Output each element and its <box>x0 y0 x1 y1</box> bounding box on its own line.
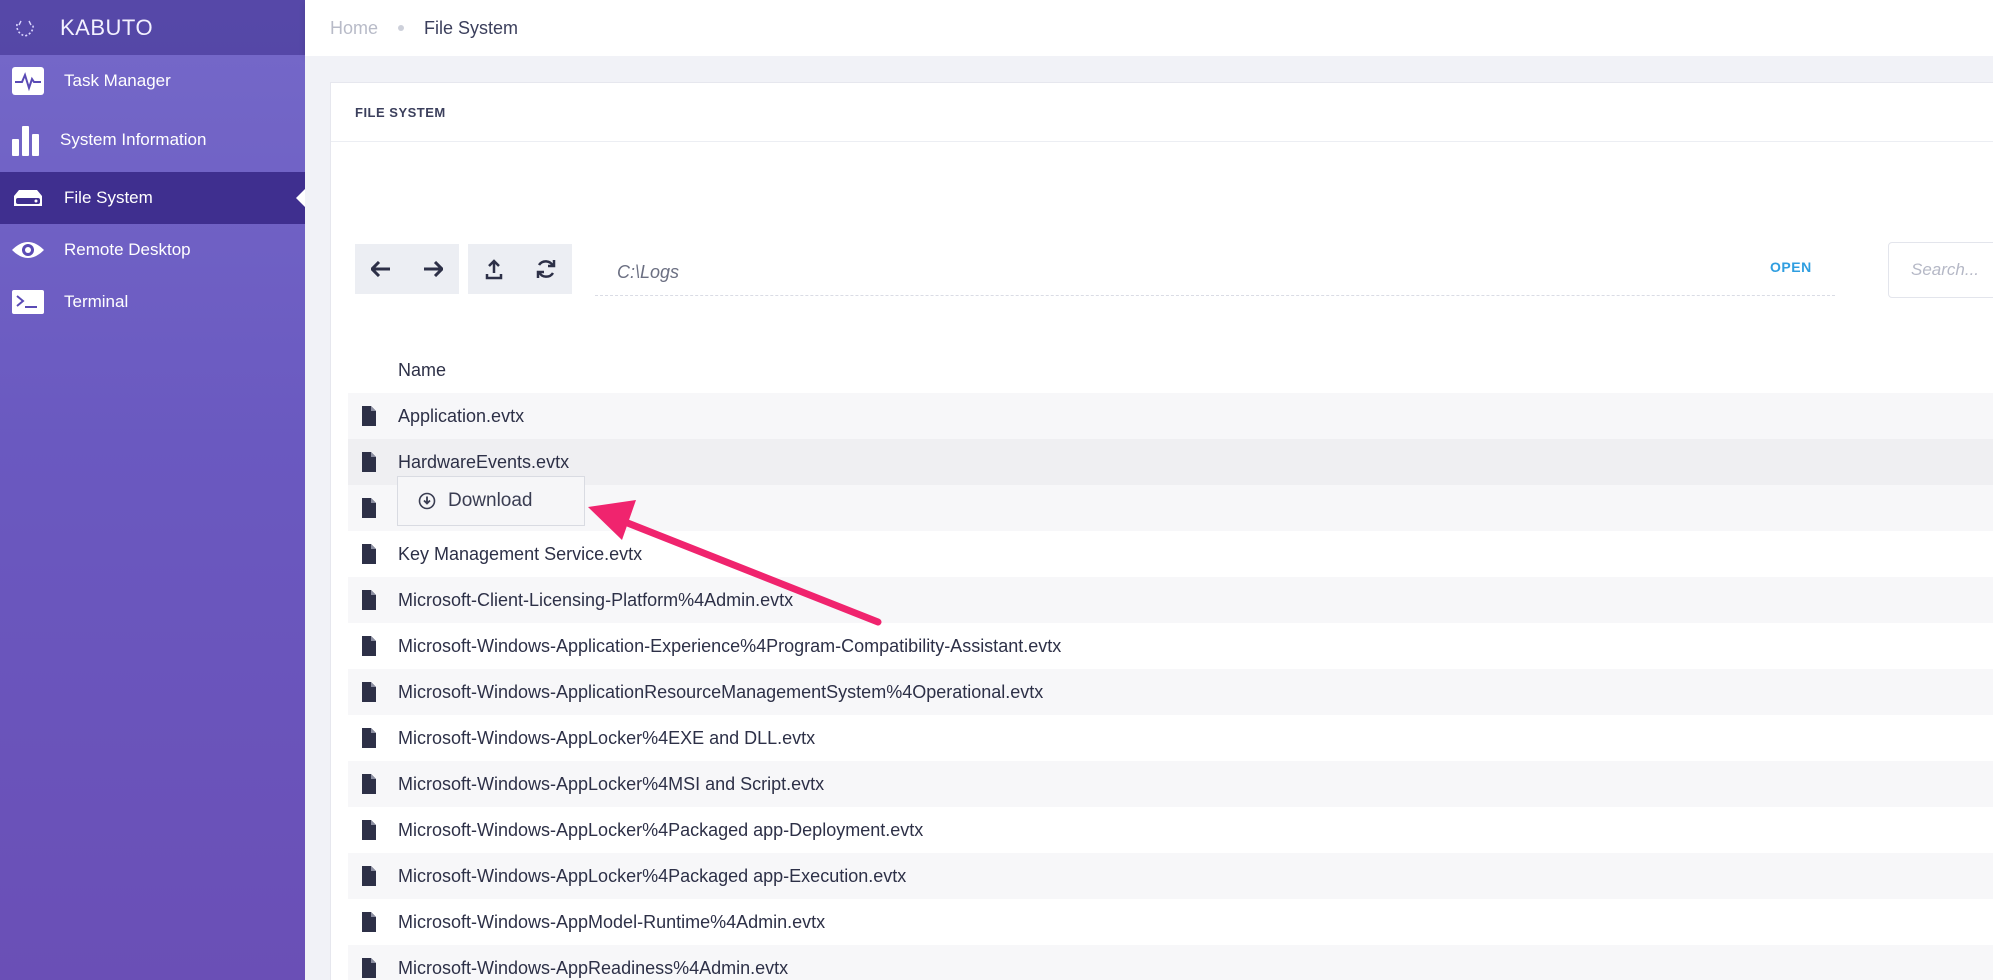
arrow-right-icon <box>424 261 443 277</box>
file-icon <box>362 498 376 518</box>
file-name: Microsoft-Windows-AppLocker%4Packaged ap… <box>398 865 907 886</box>
file-name: Application.evtx <box>398 405 525 426</box>
breadcrumb-separator <box>398 25 405 31</box>
file-icon <box>362 590 376 610</box>
sidebar-item-label: Remote Desktop <box>64 240 191 259</box>
context-menu-download[interactable]: Download <box>397 476 585 526</box>
bar-chart-icon <box>8 122 44 158</box>
pulse-icon <box>10 63 46 99</box>
table-row[interactable]: Microsoft-Windows-ApplicationResourceMan… <box>348 669 1993 715</box>
file-name: Microsoft-Windows-AppModel-Runtime%4Admi… <box>398 911 826 932</box>
file-icon <box>362 636 376 656</box>
sidebar: KABUTO Task Manager System Information F… <box>0 0 305 980</box>
download-circle-icon <box>418 492 436 510</box>
breadcrumb-home[interactable]: Home <box>330 18 378 39</box>
file-name: Microsoft-Windows-AppLocker%4MSI and Scr… <box>398 773 825 794</box>
table-row[interactable]: Microsoft-Windows-AppLocker%4Packaged ap… <box>348 807 1993 853</box>
file-name: Microsoft-Windows-AppReadiness%4Admin.ev… <box>398 957 789 978</box>
top-bar: Home File System <box>305 0 1993 56</box>
file-icon <box>362 406 376 426</box>
sidebar-item-system-information[interactable]: System Information <box>0 114 305 166</box>
file-name: Microsoft-Windows-Application-Experience… <box>398 635 1062 656</box>
file-name: Microsoft-Windows-AppLocker%4EXE and DLL… <box>398 727 816 748</box>
file-icon <box>362 866 376 886</box>
sidebar-item-label: Terminal <box>64 292 129 311</box>
brand[interactable]: KABUTO <box>0 0 305 55</box>
file-icon <box>362 958 376 978</box>
file-name: Microsoft-Windows-AppLocker%4Packaged ap… <box>398 819 924 840</box>
path-input[interactable] <box>595 250 1835 296</box>
column-header-name[interactable]: Name <box>398 360 446 381</box>
file-name: Microsoft-Windows-ApplicationResourceMan… <box>398 681 1044 702</box>
download-label: Download <box>448 490 533 511</box>
table-row[interactable]: Microsoft-Windows-AppLocker%4EXE and DLL… <box>348 715 1993 761</box>
file-icon <box>362 452 376 472</box>
table-row[interactable]: Microsoft-Windows-Application-Experience… <box>348 623 1993 669</box>
eye-icon <box>10 232 46 268</box>
table-row[interactable] <box>348 485 1993 531</box>
breadcrumb-current: File System <box>424 17 519 38</box>
file-name: Key Management Service.evtx <box>398 543 643 564</box>
open-button[interactable]: OPEN <box>1770 259 1812 275</box>
terminal-icon <box>10 284 46 320</box>
table-row[interactable]: Application.evtx <box>348 393 1993 439</box>
sidebar-item-label: System Information <box>60 130 207 149</box>
card-title: FILE SYSTEM <box>355 105 446 120</box>
brand-name: KABUTO <box>60 14 154 40</box>
refresh-button[interactable] <box>520 244 572 294</box>
upload-button[interactable] <box>468 244 520 294</box>
sidebar-item-task-manager[interactable]: Task Manager <box>0 55 305 107</box>
sidebar-item-file-system[interactable]: File System <box>0 172 305 224</box>
file-name: Microsoft-Client-Licensing-Platform%4Adm… <box>398 589 794 610</box>
hard-drive-icon <box>10 180 46 216</box>
upload-icon <box>485 259 503 280</box>
sidebar-item-label: Task Manager <box>64 71 171 90</box>
arrow-left-icon <box>371 261 390 277</box>
sidebar-item-remote-desktop[interactable]: Remote Desktop <box>0 224 305 276</box>
table-row[interactable]: Microsoft-Windows-AppLocker%4MSI and Scr… <box>348 761 1993 807</box>
table-row[interactable]: Microsoft-Windows-AppLocker%4Packaged ap… <box>348 853 1993 899</box>
forward-button[interactable] <box>407 244 459 294</box>
table-row[interactable]: HardwareEvents.evtx <box>348 439 1993 485</box>
file-icon <box>362 774 376 794</box>
file-icon <box>362 820 376 840</box>
sidebar-item-label: File System <box>64 188 153 207</box>
sidebar-item-terminal[interactable]: Terminal <box>0 276 305 328</box>
file-name: HardwareEvents.evtx <box>398 451 570 472</box>
table-row[interactable]: Key Management Service.evtx <box>348 531 1993 577</box>
back-button[interactable] <box>355 244 407 294</box>
search-input[interactable] <box>1888 242 1993 298</box>
kabuto-logo-icon <box>16 20 34 37</box>
file-icon <box>362 728 376 748</box>
table-row[interactable]: Microsoft-Windows-AppReadiness%4Admin.ev… <box>348 945 1993 980</box>
refresh-icon <box>536 260 556 278</box>
table-row[interactable]: Microsoft-Client-Licensing-Platform%4Adm… <box>348 577 1993 623</box>
table-row[interactable]: Microsoft-Windows-AppModel-Runtime%4Admi… <box>348 899 1993 945</box>
file-icon <box>362 682 376 702</box>
file-icon <box>362 544 376 564</box>
card-divider <box>331 141 1993 142</box>
file-icon <box>362 912 376 932</box>
